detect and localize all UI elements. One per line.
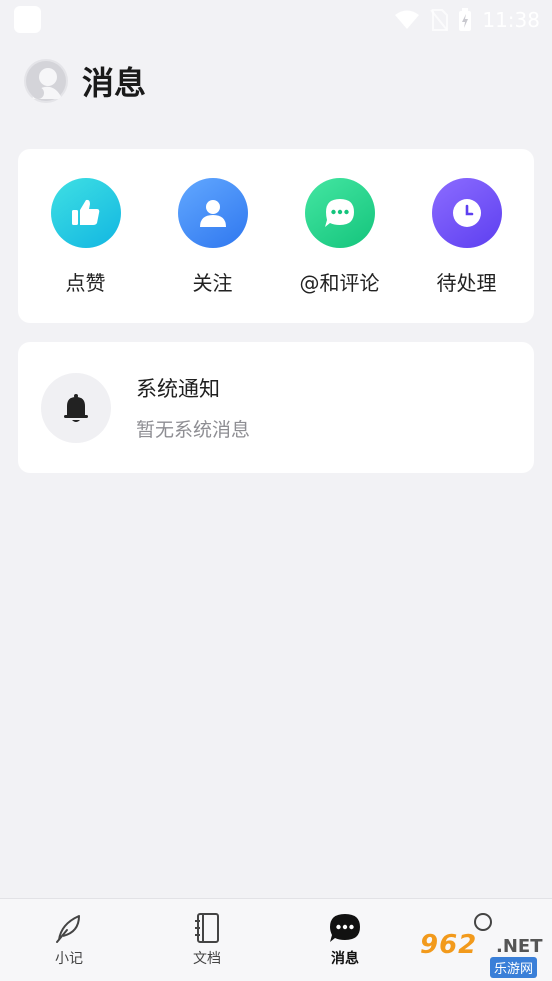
avatar[interactable] (24, 59, 68, 103)
notebook-icon (195, 913, 219, 943)
watermark-logo: 962 .NET 乐游网 (412, 930, 548, 978)
pending-label: 待处理 (436, 271, 497, 295)
likes-button[interactable]: 点赞 (31, 149, 141, 323)
follows-button[interactable]: 关注 (158, 149, 268, 323)
user-icon (199, 200, 226, 227)
tab-messages-label: 消息 (331, 951, 359, 967)
status-icons: 11:38 (394, 6, 540, 34)
feather-icon (56, 915, 80, 943)
thumbs-up-icon (71, 199, 99, 225)
likes-icon-circle (50, 178, 121, 248)
message-categories-card: 点赞 关注 @和评论 待处理 (18, 149, 534, 323)
tab-notes[interactable]: 小记 (0, 899, 138, 981)
status-time: 11:38 (482, 8, 540, 32)
chat-bubble-icon (324, 199, 354, 227)
status-bar: 11:38 (0, 0, 552, 40)
no-sim-icon (430, 9, 449, 31)
app-notification-icon (14, 6, 41, 33)
system-notice-title: 系统通知 (136, 377, 220, 401)
wifi-icon (395, 10, 420, 29)
tab-documents-label: 文档 (193, 951, 221, 967)
watermark-brand: 962 (420, 930, 478, 960)
bell-icon (64, 393, 88, 422)
pending-button[interactable]: 待处理 (412, 149, 522, 323)
bell-icon-circle (41, 372, 111, 443)
system-notice-card[interactable]: 系统通知 暂无系统消息 (18, 342, 534, 473)
follows-label: 关注 (192, 271, 233, 295)
mentions-comments-label: @和评论 (299, 271, 380, 295)
clock-icon (452, 199, 481, 227)
tab-notes-label: 小记 (55, 951, 83, 967)
watermark-site: 乐游网 (490, 957, 538, 978)
system-notice-subtitle: 暂无系统消息 (136, 419, 251, 441)
page-title: 消息 (82, 64, 147, 102)
comments-icon-circle (304, 178, 375, 248)
watermark-net: .NET (496, 936, 543, 957)
default-avatar-icon (26, 61, 66, 101)
tab-documents[interactable]: 文档 (138, 899, 276, 981)
follows-icon-circle (177, 178, 248, 248)
page-header: 消息 (24, 58, 146, 104)
tab-messages[interactable]: 消息 (276, 899, 414, 981)
likes-label: 点赞 (65, 271, 106, 295)
battery-charging-icon (459, 8, 472, 31)
pending-icon-circle (431, 178, 502, 248)
message-icon (330, 914, 360, 942)
system-notice-text: 系统通知 暂无系统消息 (136, 373, 250, 442)
mentions-comments-button[interactable]: @和评论 (285, 149, 395, 323)
